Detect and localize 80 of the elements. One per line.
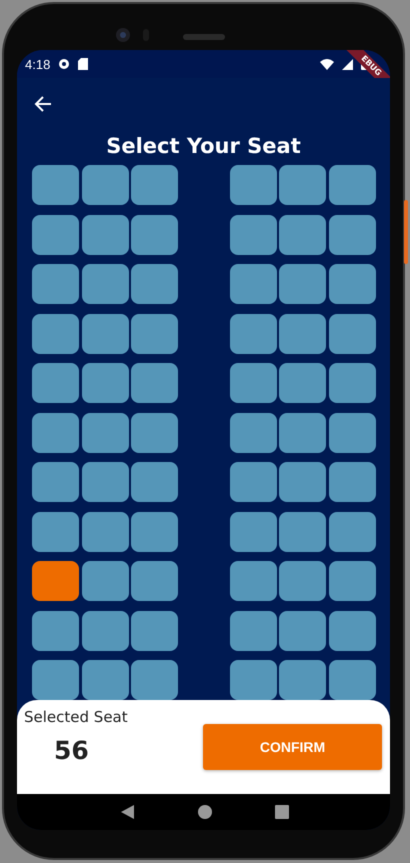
- seat[interactable]: [131, 561, 178, 601]
- seat[interactable]: [230, 363, 276, 403]
- seat[interactable]: [230, 462, 276, 502]
- seat[interactable]: [279, 561, 326, 601]
- seat[interactable]: [279, 165, 326, 205]
- speaker-grille: [183, 34, 225, 40]
- seat[interactable]: [279, 214, 326, 254]
- confirm-button[interactable]: CONFIRM: [203, 724, 382, 770]
- chat-icon: [58, 58, 70, 70]
- seat[interactable]: [32, 512, 79, 552]
- seat[interactable]: [32, 412, 79, 452]
- seat[interactable]: [32, 660, 79, 700]
- seat[interactable]: [131, 314, 178, 354]
- seat[interactable]: [279, 610, 326, 650]
- seat[interactable]: [131, 264, 178, 304]
- sd-card-icon: [78, 58, 88, 70]
- seat[interactable]: [328, 165, 376, 205]
- wifi-icon: [320, 58, 334, 70]
- seat[interactable]: [279, 660, 326, 700]
- seat[interactable]: [32, 462, 79, 502]
- seat[interactable]: [82, 214, 128, 254]
- page-title: Select Your Seat: [105, 133, 302, 160]
- seat[interactable]: [32, 561, 79, 601]
- seat[interactable]: [32, 264, 79, 304]
- selected-seat-label: Selected Seat: [24, 708, 128, 726]
- seat[interactable]: [328, 363, 376, 403]
- seat[interactable]: [230, 412, 276, 452]
- seat[interactable]: [131, 214, 178, 254]
- seat[interactable]: [230, 165, 276, 205]
- signal-icon: [342, 58, 353, 70]
- seat[interactable]: [82, 412, 128, 452]
- seat[interactable]: [32, 610, 79, 650]
- seat[interactable]: [131, 412, 178, 452]
- seat[interactable]: [131, 363, 178, 403]
- seat[interactable]: [82, 660, 128, 700]
- seat[interactable]: [328, 660, 376, 700]
- seat[interactable]: [82, 462, 128, 502]
- back-icon[interactable]: [34, 95, 52, 113]
- seat[interactable]: [32, 363, 79, 403]
- recents-nav-icon[interactable]: [274, 805, 288, 819]
- seat[interactable]: [230, 314, 276, 354]
- seat[interactable]: [230, 561, 276, 601]
- seat[interactable]: [279, 363, 326, 403]
- seat[interactable]: [82, 165, 128, 205]
- seat[interactable]: [131, 660, 178, 700]
- seat[interactable]: [279, 314, 326, 354]
- seat[interactable]: [279, 512, 326, 552]
- seat[interactable]: [230, 214, 276, 254]
- seat[interactable]: [328, 412, 376, 452]
- seat[interactable]: [82, 264, 128, 304]
- seat[interactable]: [328, 561, 376, 601]
- seat[interactable]: [131, 512, 178, 552]
- home-nav-icon[interactable]: [198, 805, 212, 819]
- seat[interactable]: [328, 610, 376, 650]
- seat[interactable]: [32, 314, 79, 354]
- seat[interactable]: [279, 412, 326, 452]
- seat[interactable]: [131, 165, 178, 205]
- seat[interactable]: [230, 660, 276, 700]
- status-time: 4:18: [25, 56, 50, 72]
- seat[interactable]: [131, 462, 178, 502]
- seat[interactable]: [279, 264, 326, 304]
- seat[interactable]: [82, 363, 128, 403]
- seat[interactable]: [131, 610, 178, 650]
- seat[interactable]: [82, 561, 128, 601]
- seat[interactable]: [328, 512, 376, 552]
- seat[interactable]: [328, 214, 376, 254]
- seat[interactable]: [82, 512, 128, 552]
- seat[interactable]: [230, 512, 276, 552]
- seat[interactable]: [328, 264, 376, 304]
- seat[interactable]: [279, 462, 326, 502]
- seat[interactable]: [32, 165, 79, 205]
- seat[interactable]: [82, 610, 128, 650]
- seat[interactable]: [328, 462, 376, 502]
- seat[interactable]: [32, 214, 79, 254]
- back-nav-icon[interactable]: [120, 805, 134, 819]
- selected-seat-number: 56: [54, 736, 90, 765]
- seat[interactable]: [328, 314, 376, 354]
- seat[interactable]: [230, 610, 276, 650]
- seat[interactable]: [230, 264, 276, 304]
- seat[interactable]: [82, 314, 128, 354]
